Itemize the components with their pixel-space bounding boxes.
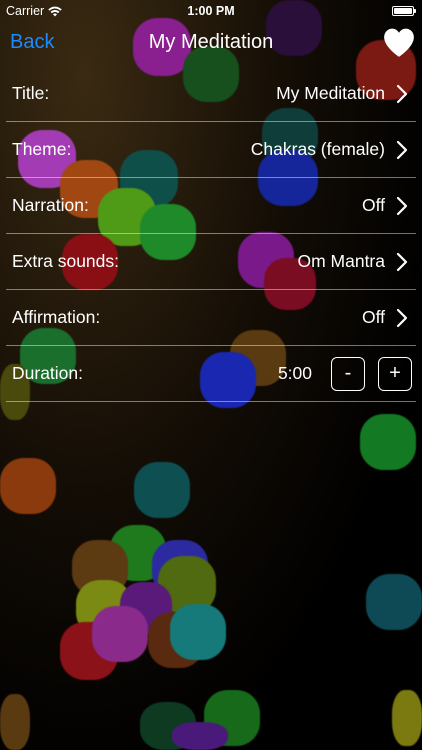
row-label: Title: xyxy=(12,83,50,103)
chevron-right-icon xyxy=(396,308,408,328)
extra-sounds-row[interactable]: Extra sounds: Om Mantra xyxy=(6,234,416,290)
row-label: Duration: xyxy=(12,363,84,383)
page-title: My Meditation xyxy=(148,31,274,53)
duration-value: 5:00 xyxy=(277,363,312,383)
status-time: 1:00 PM xyxy=(187,4,235,18)
bokeh-light xyxy=(0,694,30,750)
bokeh-light xyxy=(92,606,148,662)
chevron-right-icon xyxy=(396,140,408,160)
chevron-right-icon xyxy=(396,84,408,104)
narration-row[interactable]: Narration: Off xyxy=(6,178,416,234)
row-label: Extra sounds: xyxy=(12,251,119,271)
title-row[interactable]: Title: My Meditation xyxy=(6,66,416,122)
bokeh-light xyxy=(172,722,228,750)
duration-row: Duration: 5:00 - + xyxy=(6,346,416,402)
row-value: Off xyxy=(361,307,385,327)
decrement-duration-button[interactable]: - xyxy=(331,357,365,391)
bokeh-light xyxy=(170,604,226,660)
battery-fill xyxy=(394,8,412,14)
bokeh-light xyxy=(0,458,56,514)
battery-icon xyxy=(392,6,416,16)
row-value: Off xyxy=(361,195,385,215)
chevron-right-icon xyxy=(396,252,408,272)
settings-list: Title: My Meditation Theme: Chakras (fem… xyxy=(0,66,422,402)
row-value: Om Mantra xyxy=(297,251,385,271)
row-label: Theme: xyxy=(12,139,72,159)
chevron-right-icon xyxy=(396,196,408,216)
bokeh-light xyxy=(392,690,422,746)
nav-bar: Back My Meditation xyxy=(0,22,422,66)
bokeh-light xyxy=(360,414,416,470)
theme-row[interactable]: Theme: Chakras (female) xyxy=(6,122,416,178)
bokeh-light xyxy=(134,462,190,518)
row-label: Affirmation: xyxy=(12,307,101,327)
row-label: Narration: xyxy=(12,195,89,215)
heart-icon[interactable] xyxy=(382,26,416,60)
row-value: My Meditation xyxy=(276,83,385,103)
row-value: Chakras (female) xyxy=(250,139,385,159)
affirmation-row[interactable]: Affirmation: Off xyxy=(6,290,416,346)
meditation-settings-screen: Carrier 1:00 PM Back My Meditation Title… xyxy=(0,0,422,750)
status-bar: Carrier 1:00 PM xyxy=(0,0,422,22)
bokeh-light xyxy=(366,574,422,630)
increment-duration-button[interactable]: + xyxy=(378,357,412,391)
